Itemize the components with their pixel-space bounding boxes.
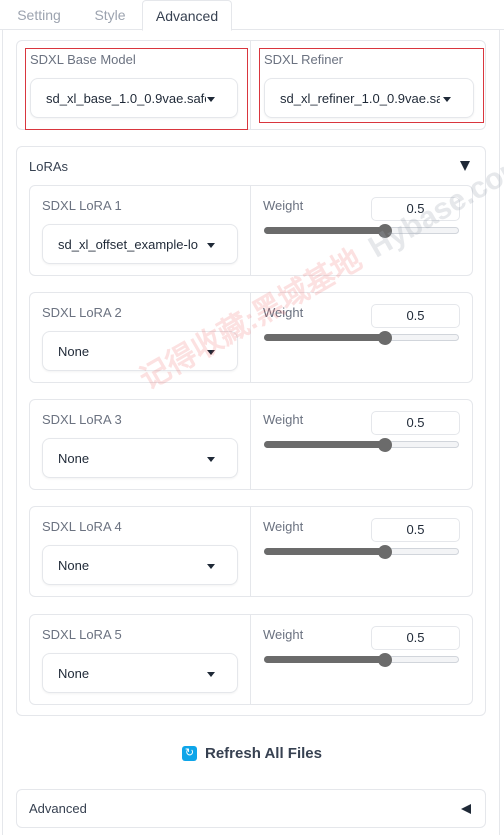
lora-1-weight-label: Weight xyxy=(263,198,304,213)
lora-1-weight-slider[interactable] xyxy=(264,223,459,239)
advanced-accordion-label: Advanced xyxy=(29,801,87,816)
divider xyxy=(250,41,251,129)
lora-5-dropdown[interactable]: None xyxy=(42,653,238,693)
lora-4-weight-slider[interactable] xyxy=(264,544,459,560)
refiner-value: sd_xl_refiner_1.0_0.9vae.safetensors xyxy=(280,91,440,106)
lora-3-label: SDXL LoRA 3 xyxy=(42,412,122,427)
divider xyxy=(250,507,251,596)
expand-triangle-icon[interactable] xyxy=(461,804,471,814)
lora-2-weight-input[interactable]: 0.5 xyxy=(371,304,460,328)
lora-2-dropdown[interactable]: None xyxy=(42,331,238,371)
loras-title: LoRAs xyxy=(29,159,69,174)
tab-bar: Setting Style Advanced xyxy=(0,0,504,31)
refresh-label: Refresh All Files xyxy=(205,744,322,762)
tab-style[interactable]: Style xyxy=(82,0,138,30)
refresh-all-files-button[interactable]: ↻ Refresh All Files xyxy=(182,741,322,765)
slider-fill xyxy=(264,227,385,234)
lora-1-label: SDXL LoRA 1 xyxy=(42,198,122,213)
tab-setting[interactable]: Setting xyxy=(8,0,70,30)
refiner-label: SDXL Refiner xyxy=(264,52,343,67)
chevron-down-icon xyxy=(207,564,215,569)
lora-5-weight-slider[interactable] xyxy=(264,652,459,668)
lora-2-weight-slider[interactable] xyxy=(264,330,459,346)
slider-fill xyxy=(264,441,385,448)
chevron-down-icon xyxy=(207,243,215,248)
slider-fill xyxy=(264,656,385,663)
chevron-down-icon xyxy=(207,97,215,102)
lora-4-value: None xyxy=(58,558,90,573)
lora-5-label: SDXL LoRA 5 xyxy=(42,627,122,642)
lora-5-weight-label: Weight xyxy=(263,627,304,642)
lora-1-dropdown[interactable]: sd_xl_offset_example-lora_1.0.safetensor… xyxy=(42,224,238,264)
lora-3-weight-label: Weight xyxy=(263,412,304,427)
lora-1-value: sd_xl_offset_example-lora_1.0.safetensor… xyxy=(58,237,198,252)
lora-4-weight-input[interactable]: 0.5 xyxy=(371,518,460,542)
lora-3-weight-slider[interactable] xyxy=(264,437,459,453)
slider-thumb[interactable] xyxy=(378,438,392,452)
slider-thumb[interactable] xyxy=(378,331,392,345)
lora-4-dropdown[interactable]: None xyxy=(42,545,238,585)
base-model-dropdown[interactable]: sd_xl_base_1.0_0.9vae.safetensors xyxy=(30,78,238,118)
lora-5-value: None xyxy=(58,666,90,681)
advanced-accordion[interactable]: Advanced xyxy=(16,789,486,828)
chevron-down-icon xyxy=(207,350,215,355)
slider-thumb[interactable] xyxy=(378,224,392,238)
slider-thumb[interactable] xyxy=(378,545,392,559)
chevron-down-icon xyxy=(443,97,451,102)
refresh-icon: ↻ xyxy=(182,745,197,761)
lora-3-value: None xyxy=(58,451,90,466)
collapse-triangle-icon[interactable] xyxy=(460,161,470,171)
lora-2-value: None xyxy=(58,344,90,359)
base-model-value: sd_xl_base_1.0_0.9vae.safetensors xyxy=(46,91,206,106)
base-model-label: SDXL Base Model xyxy=(30,52,136,67)
chevron-down-icon xyxy=(207,672,215,677)
lora-4-label: SDXL LoRA 4 xyxy=(42,519,122,534)
lora-2-weight-label: Weight xyxy=(263,305,304,320)
divider xyxy=(250,615,251,704)
lora-1-weight-input[interactable]: 0.5 xyxy=(371,197,460,221)
lora-3-dropdown[interactable]: None xyxy=(42,438,238,478)
divider xyxy=(250,186,251,275)
refiner-dropdown[interactable]: sd_xl_refiner_1.0_0.9vae.safetensors xyxy=(264,78,474,118)
lora-2-label: SDXL LoRA 2 xyxy=(42,305,122,320)
slider-thumb[interactable] xyxy=(378,653,392,667)
lora-5-weight-input[interactable]: 0.5 xyxy=(371,626,460,650)
lora-4-weight-label: Weight xyxy=(263,519,304,534)
divider xyxy=(250,400,251,489)
slider-fill xyxy=(264,548,385,555)
slider-fill xyxy=(264,334,385,341)
lora-3-weight-input[interactable]: 0.5 xyxy=(371,411,460,435)
divider xyxy=(250,293,251,382)
chevron-down-icon xyxy=(207,457,215,462)
tab-advanced[interactable]: Advanced xyxy=(142,0,232,31)
